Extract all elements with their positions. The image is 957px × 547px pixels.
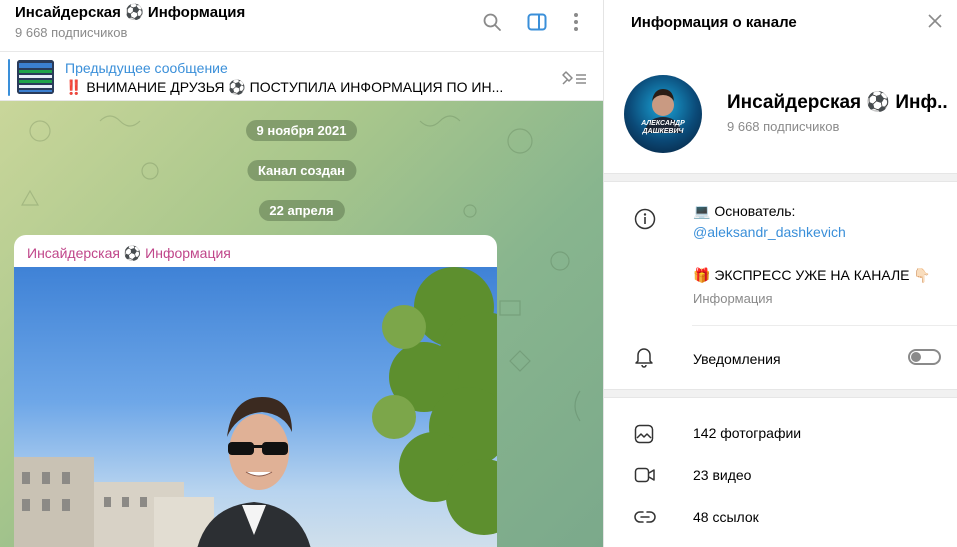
section-divider	[604, 173, 957, 182]
info-icon	[634, 208, 656, 235]
chat-wallpaper: 9 ноября 2021 Канал создан 22 апреля Инс…	[0, 101, 603, 547]
toggle-knob	[911, 352, 921, 362]
svg-text:ДАШКЕВИЧ: ДАШКЕВИЧ	[642, 128, 685, 135]
message-bubble[interactable]: Инсайдерская ⚽ Информация	[14, 235, 497, 547]
search-icon[interactable]	[480, 10, 504, 34]
media-photos[interactable]: 142 фотографии	[693, 425, 801, 441]
date-pill: 9 ноября 2021	[245, 120, 358, 141]
more-vertical-icon[interactable]	[564, 10, 588, 34]
chat-title[interactable]: Инсайдерская ⚽ Информация	[15, 3, 245, 21]
bell-icon	[634, 346, 654, 373]
section-divider	[604, 389, 957, 398]
close-icon[interactable]	[926, 12, 944, 35]
video-icon	[634, 466, 656, 489]
channel-info-panel: Информация о канале АЛЕКСАНДР ДАШКЕВИЧ И…	[603, 0, 957, 547]
channel-avatar[interactable]: АЛЕКСАНДР ДАШКЕВИЧ	[624, 75, 702, 153]
notifications-label: Уведомления	[693, 351, 781, 367]
link-icon	[634, 510, 656, 529]
pinned-text: ‼️ ВНИМАНИЕ ДРУЗЬЯ ⚽ ПОСТУПИЛА ИНФОРМАЦИ…	[65, 79, 504, 95]
pin-list-icon[interactable]	[560, 68, 588, 93]
svg-text:АЛЕКСАНДР: АЛЕКСАНДР	[640, 120, 685, 127]
pinned-thumbnail	[17, 60, 54, 94]
description-caption: Информация	[693, 291, 773, 306]
founder-link[interactable]: @aleksandr_dashkevich	[693, 224, 846, 240]
channel-name: Инсайдерская ⚽ Инф...	[727, 92, 947, 113]
description-express: 🎁 ЭКСПРЕСС УЖЕ НА КАНАЛЕ 👇🏻	[693, 267, 931, 283]
chat-area: Инсайдерская ⚽ Информация 9 668 подписчи…	[0, 0, 603, 547]
pinned-indicator	[8, 59, 10, 96]
date-pill: 22 апреля	[258, 200, 345, 221]
media-videos[interactable]: 23 видео	[693, 467, 751, 483]
media-links[interactable]: 48 ссылок	[693, 509, 759, 525]
chat-subscribers: 9 668 подписчиков	[15, 25, 128, 40]
description-founder: 💻 Основатель:	[693, 203, 796, 219]
photo-icon	[634, 424, 654, 449]
sidebar-toggle-icon[interactable]	[525, 10, 549, 34]
service-message: Канал создан	[246, 160, 357, 181]
pinned-message-bar[interactable]: Предыдущее сообщение ‼️ ВНИМАНИЕ ДРУЗЬЯ …	[0, 52, 603, 101]
pinned-label: Предыдущее сообщение	[65, 60, 228, 76]
panel-title: Информация о канале	[631, 14, 797, 31]
chat-header[interactable]: Инсайдерская ⚽ Информация 9 668 подписчи…	[0, 0, 603, 52]
notifications-toggle[interactable]	[908, 349, 941, 365]
message-photo[interactable]	[14, 267, 497, 547]
message-author[interactable]: Инсайдерская ⚽ Информация	[27, 245, 231, 262]
channel-subscribers: 9 668 подписчиков	[727, 119, 840, 134]
row-divider	[692, 325, 957, 326]
